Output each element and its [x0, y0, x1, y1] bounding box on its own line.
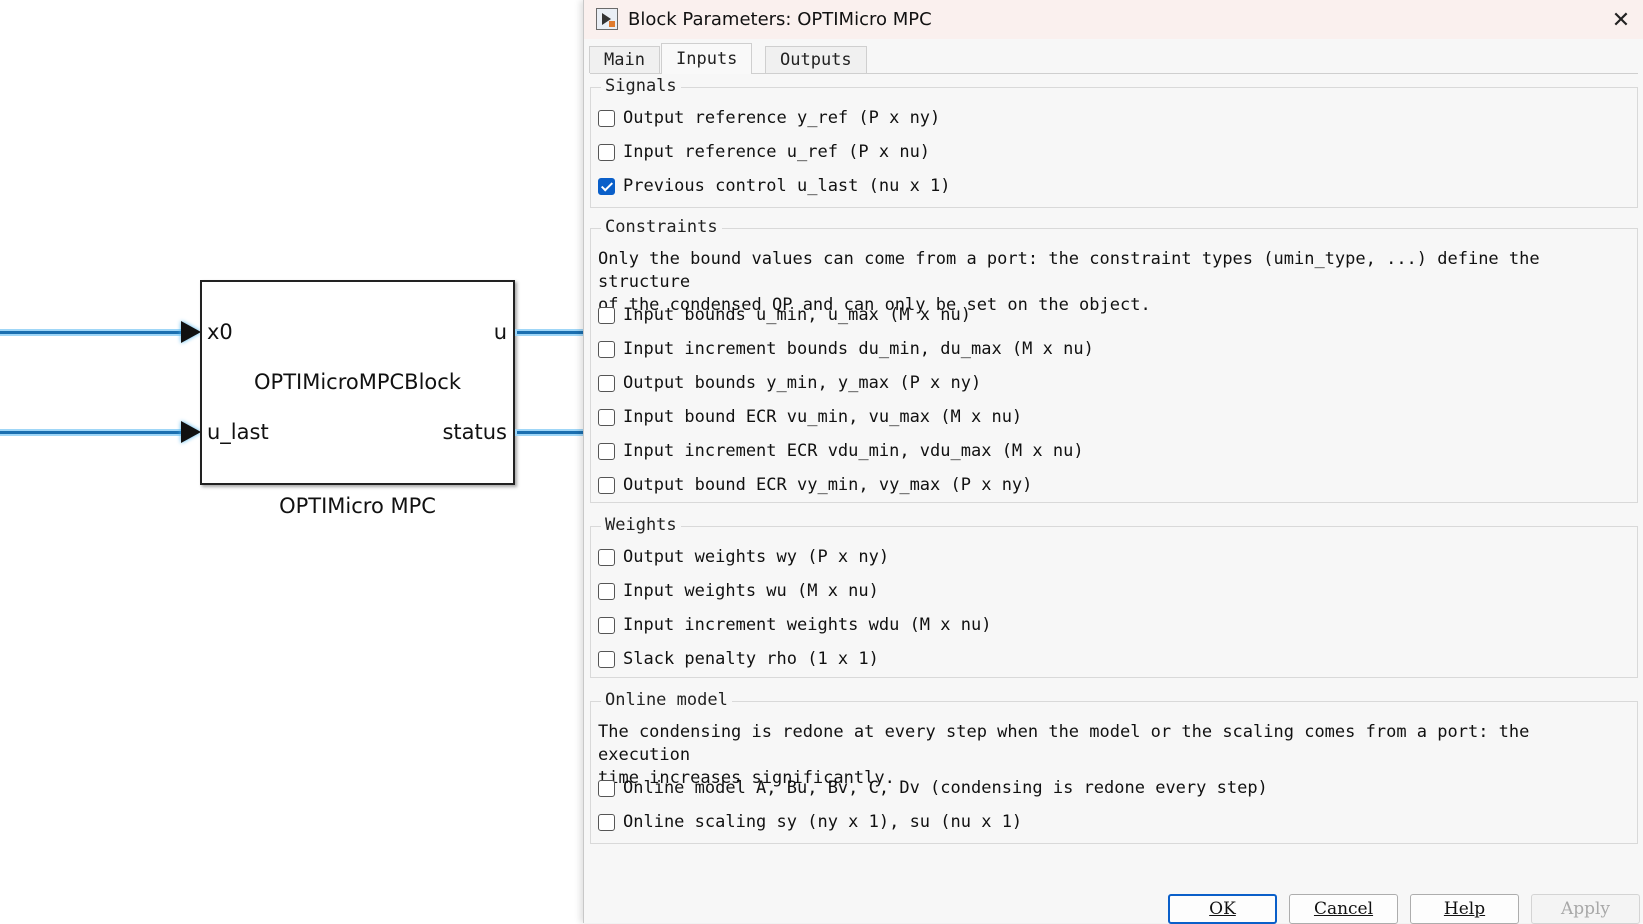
- cancel-button[interactable]: Cancel: [1289, 894, 1398, 924]
- checkbox-row-output-reference[interactable]: Output reference y_ref (P x ny): [598, 106, 940, 130]
- checkbox-label: Input increment bounds du_min, du_max (M…: [623, 339, 1094, 359]
- port-label-status: status: [442, 420, 507, 444]
- input-signal-line-x0[interactable]: [0, 331, 182, 334]
- group-title-online-model: Online model: [601, 690, 732, 710]
- input-port-arrow-icon: [181, 321, 201, 343]
- checkbox-label: Slack penalty rho (1 x 1): [623, 649, 879, 669]
- port-label-u: u: [493, 320, 507, 344]
- checkbox-row-input-reference[interactable]: Input reference u_ref (P x nu): [598, 140, 930, 164]
- checkbox-checked[interactable]: [598, 177, 615, 195]
- checkbox[interactable]: [598, 779, 615, 797]
- tab-outputs[interactable]: Outputs: [765, 46, 867, 73]
- checkbox-label: Input bound ECR vu_min, vu_max (M x nu): [623, 407, 1023, 427]
- mpc-block[interactable]: x0 u_last u status OPTIMicroMPCBlock: [200, 280, 515, 485]
- checkbox-row-input-increment-ecr[interactable]: Input increment ECR vdu_min, vdu_max (M …: [598, 439, 1084, 463]
- checkbox-row-input-increment-weights[interactable]: Input increment weights wdu (M x nu): [598, 613, 991, 637]
- help-button[interactable]: Help: [1410, 894, 1519, 924]
- checkbox[interactable]: [598, 340, 615, 358]
- checkbox-row-online-model[interactable]: Online model A, Bu, Bv, C, Dv (condensin…: [598, 776, 1268, 800]
- checkbox-row-input-weights[interactable]: Input weights wu (M x nu): [598, 579, 879, 603]
- checkbox-row-output-bounds[interactable]: Output bounds y_min, y_max (P x ny): [598, 371, 981, 395]
- checkbox[interactable]: [598, 408, 615, 426]
- checkbox-label: Output weights wy (P x ny): [623, 547, 890, 567]
- group-online-model: Online model The condensing is redone at…: [590, 690, 1638, 844]
- group-title-signals: Signals: [601, 76, 681, 96]
- group-title-constraints: Constraints: [601, 217, 722, 237]
- checkbox-label: Online scaling sy (ny x 1), su (nu x 1): [623, 812, 1023, 832]
- port-label-u-last: u_last: [207, 420, 269, 444]
- checkbox-label: Input increment weights wdu (M x nu): [623, 615, 992, 635]
- checkbox[interactable]: [598, 374, 615, 392]
- simulink-block-icon: [596, 8, 618, 30]
- checkbox-row-input-bounds[interactable]: Input bounds u_min, u_max (M x nu): [598, 303, 971, 327]
- group-constraints: Constraints Only the bound values can co…: [590, 217, 1638, 503]
- checkbox-row-output-bound-ecr[interactable]: Output bound ECR vy_min, vy_max (P x ny): [598, 473, 1032, 497]
- checkbox-label: Output reference y_ref (P x ny): [623, 108, 941, 128]
- checkbox-label: Previous control u_last (nu x 1): [623, 176, 951, 196]
- ok-button[interactable]: OK: [1168, 894, 1277, 924]
- checkbox[interactable]: [598, 306, 615, 324]
- checkbox-row-online-scaling[interactable]: Online scaling sy (ny x 1), su (nu x 1): [598, 810, 1022, 834]
- checkbox-label: Online model A, Bu, Bv, C, Dv (condensin…: [623, 778, 1268, 798]
- checkbox-row-input-increment-bounds[interactable]: Input increment bounds du_min, du_max (M…: [598, 337, 1094, 361]
- apply-button[interactable]: Apply: [1531, 894, 1640, 924]
- checkbox[interactable]: [598, 548, 615, 566]
- group-signals: Signals Output reference y_ref (P x ny) …: [590, 76, 1638, 208]
- tab-inputs[interactable]: Inputs: [661, 43, 753, 74]
- group-title-weights: Weights: [601, 515, 681, 535]
- checkbox[interactable]: [598, 476, 615, 494]
- dialog-titlebar[interactable]: Block Parameters: OPTIMicro MPC ✕: [584, 0, 1643, 39]
- input-port-arrow-icon: [181, 421, 201, 443]
- checkbox[interactable]: [598, 650, 615, 668]
- dialog-title: Block Parameters: OPTIMicro MPC: [628, 9, 932, 30]
- tab-panel-inputs: Signals Output reference y_ref (P x ny) …: [590, 73, 1638, 864]
- checkbox-row-output-weights[interactable]: Output weights wy (P x ny): [598, 545, 889, 569]
- checkbox-label: Output bound ECR vy_min, vy_max (P x ny): [623, 475, 1033, 495]
- checkbox[interactable]: [598, 442, 615, 460]
- checkbox-label: Input bounds u_min, u_max (M x nu): [623, 305, 971, 325]
- checkbox-label: Input reference u_ref (P x nu): [623, 142, 931, 162]
- block-parameters-dialog: Block Parameters: OPTIMicro MPC ✕ Main I…: [583, 0, 1643, 924]
- checkbox-label: Input weights wu (M x nu): [623, 581, 879, 601]
- block-caption[interactable]: OPTIMicro MPC: [200, 494, 515, 518]
- checkbox-label: Input increment ECR vdu_min, vdu_max (M …: [623, 441, 1084, 461]
- checkbox-row-slack-penalty[interactable]: Slack penalty rho (1 x 1): [598, 647, 879, 671]
- checkbox[interactable]: [598, 813, 615, 831]
- model-canvas[interactable]: x0 u_last u status OPTIMicroMPCBlock OPT…: [0, 0, 597, 923]
- port-label-x0: x0: [207, 320, 233, 344]
- group-weights: Weights Output weights wy (P x ny) Input…: [590, 515, 1638, 678]
- input-signal-line-u-last[interactable]: [0, 431, 182, 434]
- checkbox[interactable]: [598, 582, 615, 600]
- checkbox[interactable]: [598, 143, 615, 161]
- block-mask-name: OPTIMicroMPCBlock: [254, 370, 461, 394]
- close-button[interactable]: ✕: [1598, 0, 1643, 39]
- tab-main[interactable]: Main: [589, 46, 660, 73]
- checkbox[interactable]: [598, 616, 615, 634]
- checkbox-row-previous-control[interactable]: Previous control u_last (nu x 1): [598, 174, 951, 198]
- checkbox-row-input-bound-ecr[interactable]: Input bound ECR vu_min, vu_max (M x nu): [598, 405, 1022, 429]
- checkbox-label: Output bounds y_min, y_max (P x ny): [623, 373, 982, 393]
- checkbox[interactable]: [598, 109, 615, 127]
